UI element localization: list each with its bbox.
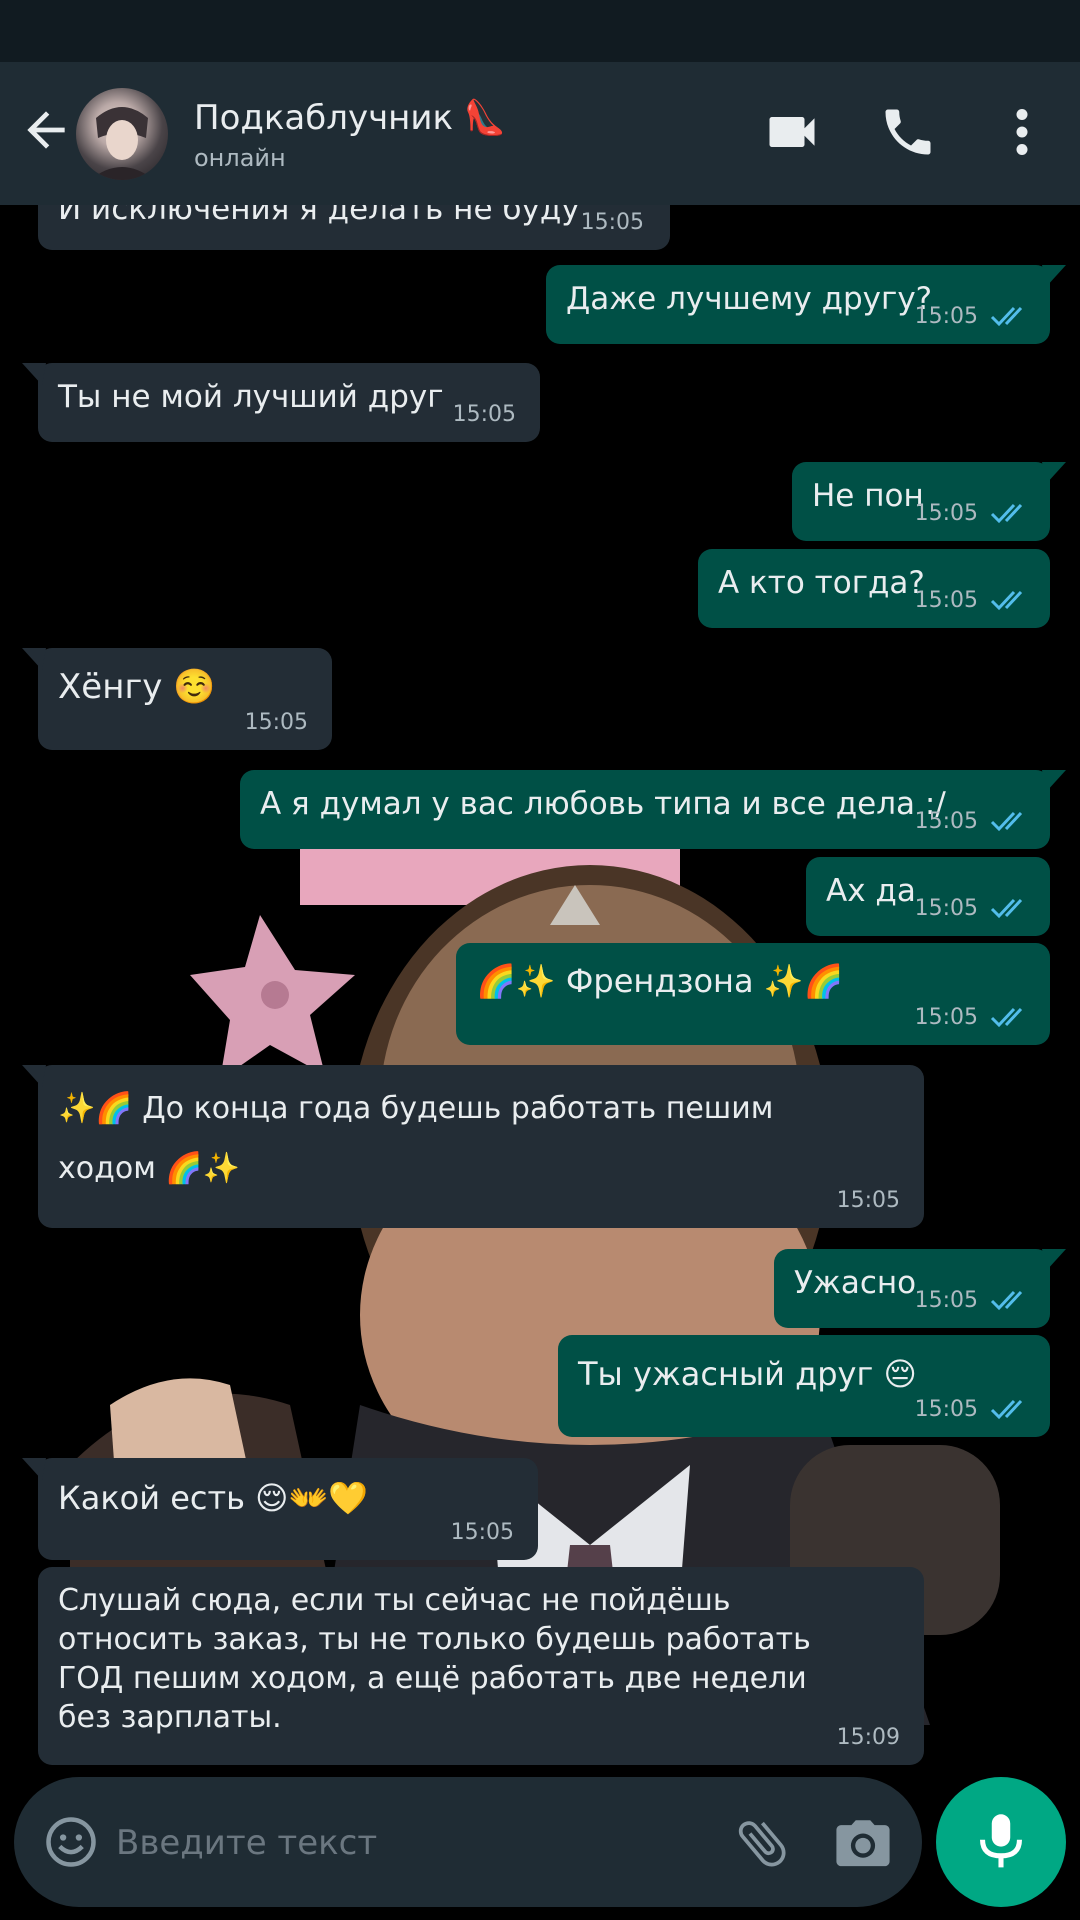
bubble-tail <box>22 1065 46 1087</box>
message-time: 15:05 <box>452 402 516 427</box>
message-time: 15:05 <box>914 1005 978 1030</box>
message-bubble[interactable]: Ужасно 15:05 <box>774 1249 1066 1328</box>
message-text: ✨🌈 До конца года будешь работать пешим х… <box>58 1091 774 1186</box>
message-bubble[interactable]: И исключения я делать не буду 15:05 <box>38 205 670 250</box>
avatar[interactable] <box>76 88 168 180</box>
bubble-tail <box>1042 265 1066 287</box>
contact-status: онлайн <box>194 144 286 172</box>
microphone-button[interactable] <box>936 1777 1066 1907</box>
double-check-icon <box>990 898 1023 919</box>
message-input[interactable] <box>114 1812 708 1874</box>
double-check-icon <box>990 1290 1023 1311</box>
smiley-icon[interactable] <box>44 1815 98 1869</box>
message-text: Ты не мой лучший друг <box>58 379 444 415</box>
message-text: 🌈✨ Френдзона ✨🌈 <box>476 962 844 1000</box>
bubble-tail <box>22 1458 46 1480</box>
message-bubble[interactable]: Ты ужасный друг 😔 15:05 <box>558 1335 1050 1437</box>
message-time: 15:05 <box>244 710 308 735</box>
status-bar <box>0 0 1080 62</box>
bubble-tail <box>1042 462 1066 484</box>
message-time: 15:05 <box>914 1288 978 1313</box>
double-check-icon <box>990 503 1023 524</box>
bubble-tail <box>1042 770 1066 792</box>
message-text: Слушай сюда, если ты сейчас не пойдёшь о… <box>58 1583 811 1735</box>
message-time: 15:05 <box>580 210 644 235</box>
message-time: 15:05 <box>914 809 978 834</box>
double-check-icon <box>990 590 1023 611</box>
message-text: А кто тогда? <box>718 565 925 601</box>
message-time: 15:05 <box>914 1397 978 1422</box>
contact-name[interactable]: Подкаблучник 👠 <box>194 98 506 138</box>
message-bubble[interactable]: Ах да 15:05 <box>806 857 1050 936</box>
message-bubble[interactable]: Не пон 15:05 <box>792 462 1066 541</box>
message-bubble[interactable]: А кто тогда? 15:05 <box>698 549 1050 628</box>
double-check-icon <box>990 306 1023 327</box>
double-check-icon <box>990 1007 1023 1028</box>
chat-area: И исключения я делать не буду 15:05 Даже… <box>0 205 1080 1775</box>
avatar-image <box>90 107 154 180</box>
arrow-left-icon[interactable] <box>18 102 74 158</box>
bubble-tail <box>22 648 46 670</box>
message-text: Какой есть 😌👐💛 <box>58 1479 369 1517</box>
message-bubble[interactable]: ✨🌈 До конца года будешь работать пешим х… <box>22 1065 924 1228</box>
chat-header: Подкаблучник 👠 онлайн <box>0 62 1080 205</box>
message-time: 15:05 <box>914 896 978 921</box>
double-check-icon <box>990 811 1023 832</box>
paperclip-icon[interactable] <box>732 1813 792 1873</box>
message-bubble[interactable]: Какой есть 😌👐💛 15:05 <box>22 1458 538 1560</box>
message-bubble[interactable]: 🌈✨ Френдзона ✨🌈 15:05 <box>456 943 1050 1045</box>
message-time: 15:05 <box>450 1520 514 1545</box>
message-text: Ты ужасный друг 😔 <box>578 1355 917 1393</box>
message-time: 15:05 <box>914 588 978 613</box>
message-time: 15:05 <box>836 1188 900 1213</box>
message-text: И исключения я делать не буду <box>58 205 580 227</box>
message-bubble[interactable]: Даже лучшему другу? 15:05 <box>546 265 1066 344</box>
video-camera-icon[interactable] <box>762 102 822 162</box>
message-time: 15:05 <box>914 501 978 526</box>
message-text: Хёнгу ☺️ <box>58 667 216 707</box>
message-bubble[interactable]: А я думал у вас любовь типа и все дела :… <box>240 770 1066 849</box>
more-vert-icon[interactable] <box>1006 102 1038 162</box>
message-bubble[interactable]: Ты не мой лучший друг 15:05 <box>22 363 540 442</box>
double-check-icon <box>990 1399 1023 1420</box>
bubble-tail <box>22 363 46 385</box>
microphone-icon <box>980 1814 1022 1868</box>
bubble-tail <box>1042 1249 1066 1271</box>
message-time: 15:09 <box>836 1725 900 1750</box>
camera-icon[interactable] <box>834 1815 892 1869</box>
message-time: 15:05 <box>914 304 978 329</box>
phone-icon[interactable] <box>878 102 938 162</box>
message-bubble[interactable]: Слушай сюда, если ты сейчас не пойдёшь о… <box>38 1567 924 1765</box>
message-bubble[interactable]: Хёнгу ☺️ 15:05 <box>22 648 332 750</box>
message-composer <box>14 1777 922 1907</box>
